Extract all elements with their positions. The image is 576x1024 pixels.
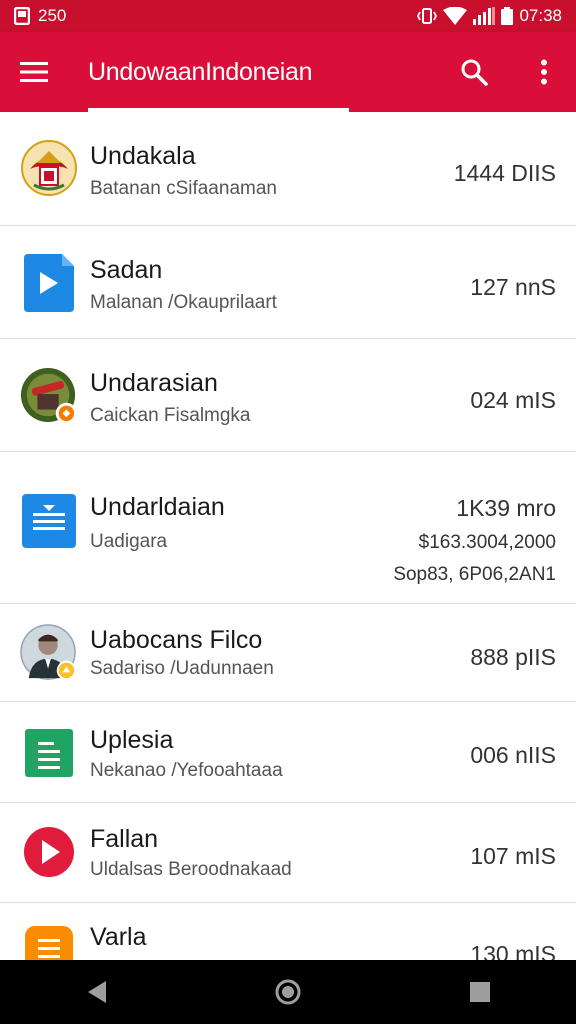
green-sheet-icon	[20, 724, 78, 782]
photo-badge-icon	[20, 367, 78, 425]
status-left-text: 250	[38, 6, 67, 25]
item-size: 888 pIIS	[470, 644, 556, 670]
more-vert-icon	[541, 59, 547, 85]
list-item[interactable]: Fallan Uldalsas Beroodnakaad 107 mIS	[0, 803, 576, 903]
item-price: $163.3004,2000	[418, 532, 556, 553]
vibrate-icon	[417, 7, 438, 25]
home-circle-icon	[275, 979, 301, 1005]
app-bar: UndowaanIndoneian	[0, 32, 576, 112]
list-item[interactable]: Undarasian Caickan Fisalmgka 024 mIS	[0, 339, 576, 452]
item-title: Varla	[90, 923, 147, 951]
item-title: Uabocans Filco	[90, 626, 263, 654]
item-title: Fallan	[90, 825, 159, 853]
emblem-icon	[20, 139, 78, 197]
list-item[interactable]: Uplesia Nekanao /Yefooahtaaa 006 nIIS	[0, 702, 576, 803]
person-avatar-icon	[20, 624, 78, 682]
navigation-bar	[0, 960, 576, 1024]
list-item[interactable]: Varla 130 mIS	[0, 903, 576, 974]
item-subtitle: Caickan Fisalmgka	[90, 405, 251, 426]
list-item[interactable]: Sadan Malanan /Okauprilaart 127 nnS	[0, 226, 576, 339]
status-left: 250	[14, 6, 66, 26]
signal-icon	[473, 7, 496, 25]
battery-icon	[501, 7, 514, 25]
item-size: 024 mIS	[470, 387, 556, 413]
item-subtitle: Uadigara	[90, 531, 168, 552]
item-size: 107 mIS	[470, 843, 556, 869]
blue-document-icon	[20, 492, 78, 550]
back-button[interactable]	[66, 962, 126, 1022]
file-list: Undakala Batanan cSifaanaman 1444 DIIS S…	[0, 112, 576, 974]
item-title: Undarldaian	[90, 493, 225, 521]
recents-button[interactable]	[450, 962, 510, 1022]
item-size: 127 nnS	[470, 274, 556, 300]
list-item[interactable]: Undarldaian Uadigara 1K39 mro $163.3004,…	[0, 452, 576, 604]
red-play-icon	[20, 823, 78, 881]
item-subtitle: Nekanao /Yefooahtaaa	[90, 760, 283, 781]
item-title: Undarasian	[90, 369, 218, 397]
menu-button[interactable]	[16, 54, 52, 90]
list-item[interactable]: Uabocans Filco Sadariso /Uadunnaen 888 p…	[0, 604, 576, 702]
home-button[interactable]	[258, 962, 318, 1022]
item-size: 1K39 mro	[456, 495, 556, 521]
blue-folder-play-icon	[20, 254, 78, 312]
recents-square-icon	[470, 982, 490, 1002]
hamburger-menu-icon	[20, 62, 48, 82]
status-right: 07:38	[417, 6, 562, 26]
app-title: UndowaanIndoneian	[88, 58, 313, 86]
item-date: Sop83, 6P06,2AN1	[393, 564, 556, 585]
notification-icon	[14, 7, 30, 25]
item-size: 006 nIIS	[470, 742, 556, 768]
item-title: Sadan	[90, 256, 163, 284]
search-icon	[461, 59, 488, 86]
item-subtitle: Malanan /Okauprilaart	[90, 292, 277, 313]
item-size: 1444 DIIS	[453, 160, 556, 186]
item-title: Undakala	[90, 142, 196, 170]
item-subtitle: Uldalsas Beroodnakaad	[90, 859, 292, 880]
search-button[interactable]	[454, 52, 494, 92]
overflow-menu-button[interactable]	[526, 52, 562, 92]
item-subtitle: Sadariso /Uadunnaen	[90, 658, 274, 679]
status-bar: 250 07:38	[0, 0, 576, 32]
status-time: 07:38	[519, 6, 562, 25]
item-title: Uplesia	[90, 726, 174, 754]
list-item[interactable]: Undakala Batanan cSifaanaman 1444 DIIS	[0, 112, 576, 226]
back-triangle-icon	[88, 981, 106, 1003]
wifi-icon	[443, 7, 468, 25]
item-subtitle: Batanan cSifaanaman	[90, 178, 277, 199]
